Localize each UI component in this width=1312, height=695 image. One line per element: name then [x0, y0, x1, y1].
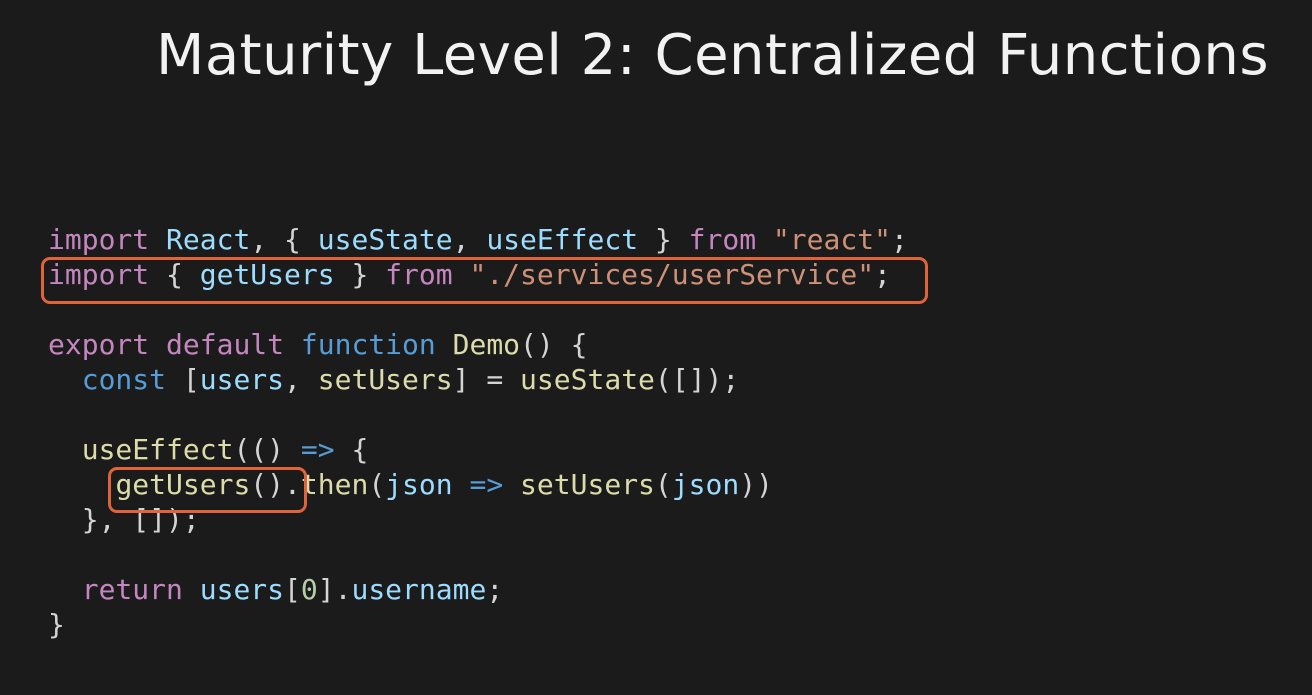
keyword-import: import	[48, 223, 150, 256]
identifier-getusers: getUsers	[199, 258, 335, 291]
keyword-from: from	[688, 223, 757, 256]
punctuation: ))	[739, 468, 773, 501]
function-call-getusers: getUsers	[115, 468, 251, 501]
method-then: then	[300, 468, 369, 501]
punctuation: , {	[250, 223, 318, 256]
code-line-11: return users[0].username;	[48, 572, 908, 607]
arrow-operator: =>	[300, 433, 335, 466]
punctuation: ,	[284, 363, 318, 396]
number-literal: 0	[300, 573, 318, 606]
identifier-setusers: setUsers	[317, 363, 453, 396]
code-line-4: export default function Demo() {	[48, 327, 908, 362]
identifier-users: users	[199, 573, 285, 606]
punctuation: {	[334, 433, 369, 466]
code-line-9: }, []);	[48, 502, 908, 537]
punctuation: ().	[250, 468, 301, 501]
identifier-users: users	[199, 363, 285, 396]
punctuation: }	[638, 223, 689, 256]
punctuation: }	[48, 608, 65, 641]
keyword-export: export	[48, 328, 150, 361]
function-name-demo: Demo	[452, 328, 521, 361]
punctuation: ] =	[452, 363, 521, 396]
identifier-useeffect: useEffect	[486, 223, 639, 256]
keyword-import: import	[48, 258, 150, 291]
string-module: "react"	[772, 223, 891, 256]
punctuation: (	[368, 468, 386, 501]
punctuation: [	[166, 363, 200, 396]
keyword-const: const	[81, 363, 167, 396]
punctuation: ,	[452, 223, 487, 256]
punctuation: }, []);	[48, 503, 200, 536]
code-line-7: useEffect(() => {	[48, 432, 908, 467]
punctuation: ;	[486, 573, 504, 606]
punctuation: ;	[890, 223, 908, 256]
punctuation: () {	[520, 328, 588, 361]
keyword-function: function	[300, 328, 436, 361]
identifier-json: json	[671, 468, 740, 501]
slide-title: Maturity Level 2: Centralized Functions	[156, 23, 1270, 88]
string-module: "./services/userService"	[469, 258, 875, 291]
code-line-5: const [users, setUsers] = useState([]);	[48, 362, 908, 397]
code-line-2: import { getUsers } from "./services/use…	[48, 257, 908, 292]
code-line-1: import React, { useState, useEffect } fr…	[48, 222, 908, 257]
function-call-setusers: setUsers	[520, 468, 655, 501]
function-call-useeffect: useEffect	[81, 433, 234, 466]
identifier-usestate: useState	[317, 223, 453, 256]
punctuation: }	[334, 258, 386, 291]
punctuation: ].	[317, 573, 352, 606]
punctuation: {	[149, 258, 200, 291]
identifier-react: React	[166, 223, 251, 256]
punctuation: (()	[233, 433, 301, 466]
function-call-usestate: useState	[520, 363, 655, 396]
keyword-default: default	[166, 328, 285, 361]
keyword-from: from	[385, 258, 453, 291]
identifier-json: json	[385, 468, 453, 501]
punctuation: (	[654, 468, 672, 501]
code-block: import React, { useState, useEffect } fr…	[48, 222, 908, 642]
code-line-8: getUsers().then(json => setUsers(json))	[48, 467, 908, 502]
punctuation: [	[284, 573, 301, 606]
property-username: username	[351, 573, 487, 606]
arrow-operator: =>	[469, 468, 504, 501]
keyword-return: return	[81, 573, 183, 606]
punctuation: ([]);	[654, 363, 740, 396]
code-line-12: }	[48, 607, 908, 642]
punctuation: ;	[874, 258, 891, 291]
